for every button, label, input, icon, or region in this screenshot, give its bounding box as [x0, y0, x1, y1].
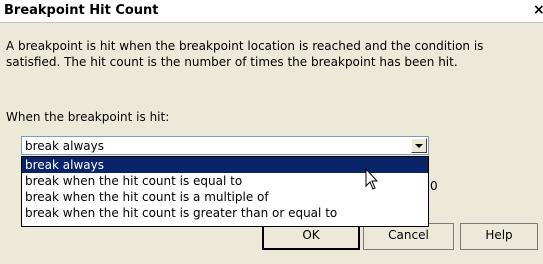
obscured-hit-count-value: 0 [430, 179, 438, 193]
combobox-value: break always [25, 139, 104, 153]
close-icon[interactable]: × [533, 2, 543, 19]
help-button[interactable]: Help [460, 223, 538, 250]
dropdown-option-greater-or-equal[interactable]: break when the hit count is greater than… [22, 205, 428, 221]
cancel-button[interactable]: Cancel [363, 223, 454, 250]
ok-button[interactable]: OK [262, 223, 360, 250]
hit-condition-combobox[interactable]: break always [21, 136, 429, 155]
when-hit-label: When the breakpoint is hit: [6, 110, 170, 124]
mouse-pointer-icon [365, 168, 379, 190]
dialog-title: Breakpoint Hit Count [4, 3, 159, 18]
chevron-down-icon[interactable] [411, 138, 427, 153]
description-text: A breakpoint is hit when the breakpoint … [6, 39, 484, 69]
title-bar: Breakpoint Hit Count × [0, 0, 543, 23]
